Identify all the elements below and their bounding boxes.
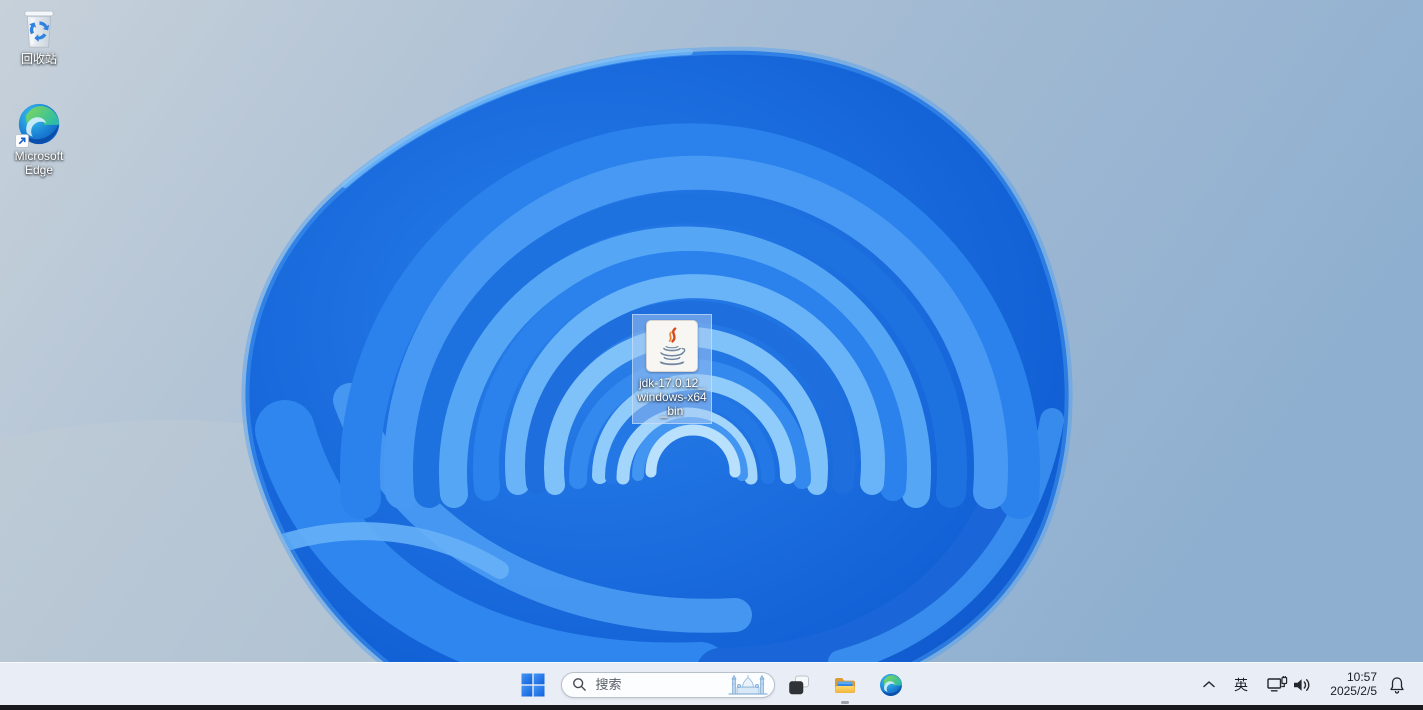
search-input[interactable] — [593, 676, 723, 693]
taskbar: 英 10:57 2025/2/5 — [0, 662, 1423, 705]
recycle-bin-label: 回收站 — [20, 52, 57, 66]
start-button[interactable] — [513, 665, 553, 705]
desktop-icon-jdk-installer[interactable]: jdk-17.0.12_ windows-x64 _bin — [632, 314, 712, 424]
notifications-button[interactable] — [1383, 668, 1411, 702]
desktop-icon-microsoft-edge[interactable]: Microsoft Edge — [6, 102, 72, 177]
system-tray: 英 10:57 2025/2/5 — [1195, 663, 1423, 706]
ethernet-network-icon — [1266, 676, 1287, 692]
folder-icon — [834, 677, 855, 693]
screen-bottom-edge — [0, 705, 1423, 710]
clock-button[interactable]: 10:57 2025/2/5 — [1323, 668, 1379, 702]
taskbar-center-group — [513, 663, 911, 706]
ime-label: 英 — [1234, 676, 1248, 693]
task-view-button[interactable] — [779, 665, 819, 705]
bell-icon — [1390, 676, 1404, 694]
taskbar-search-box[interactable] — [560, 671, 775, 698]
edge-label: Microsoft Edge — [14, 149, 64, 178]
search-highlight-castle-icon[interactable] — [725, 674, 771, 696]
speaker-volume-icon — [1294, 678, 1310, 691]
edge-logo-icon — [15, 102, 61, 148]
chevron-up-icon — [1203, 681, 1215, 688]
shortcut-arrow-icon — [15, 134, 29, 148]
network-button[interactable] — [1265, 668, 1289, 702]
desktop-icon-recycle-bin[interactable]: 回收站 — [6, 6, 72, 66]
hidden-icons-button[interactable] — [1195, 668, 1223, 702]
jdk-label: jdk-17.0.12_ windows-x64 _bin — [637, 376, 707, 419]
file-explorer-button[interactable] — [825, 665, 865, 705]
running-app-indicator — [840, 700, 849, 704]
recycle-bin-icon — [20, 6, 58, 49]
edge-logo-icon — [879, 673, 903, 697]
java-logo-icon — [646, 320, 698, 372]
ime-language-button[interactable]: 英 — [1227, 668, 1255, 702]
volume-button[interactable] — [1289, 668, 1315, 702]
edge-browser-button[interactable] — [871, 665, 911, 705]
clock-date: 2025/2/5 — [1330, 683, 1377, 698]
desktop-screen: 回收站 Microsoft Edge jdk-17.0.12_ windows-… — [0, 0, 1423, 710]
clock-time: 10:57 — [1346, 669, 1377, 684]
windows-logo-icon — [521, 673, 544, 696]
search-icon — [572, 678, 586, 691]
task-view-icon — [788, 675, 809, 694]
